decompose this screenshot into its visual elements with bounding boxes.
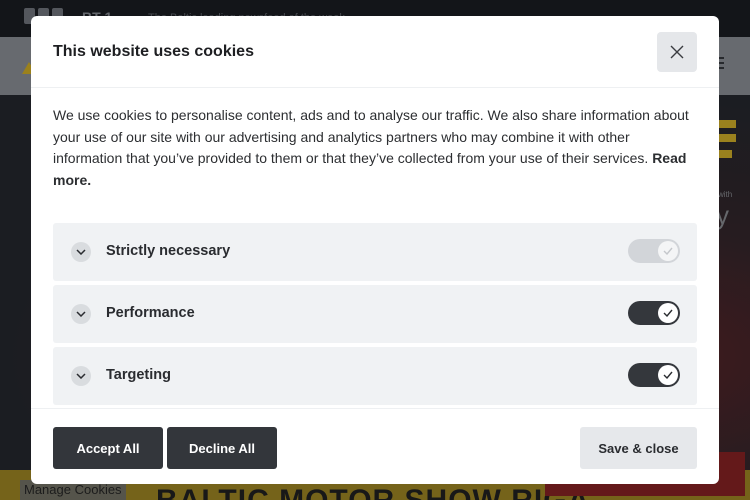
expand-chevron[interactable] (71, 366, 91, 386)
checkmark-icon (663, 371, 673, 379)
save-close-button[interactable]: Save & close (580, 427, 697, 469)
chevron-down-icon (76, 373, 86, 379)
category-row-strictly-necessary[interactable]: Strictly necessary (53, 223, 697, 281)
toggle-targeting[interactable] (628, 363, 680, 387)
chevron-down-icon (76, 249, 86, 255)
cookie-consent-dialog: This website uses cookies We use cookies… (31, 16, 719, 484)
expand-chevron[interactable] (71, 304, 91, 324)
dialog-description: We use cookies to personalise content, a… (53, 105, 697, 191)
close-button[interactable] (657, 32, 697, 72)
toggle-knob (658, 303, 678, 323)
dialog-header: This website uses cookies (31, 16, 719, 88)
toggle-knob (658, 241, 678, 261)
toggle-strictly-necessary (628, 239, 680, 263)
accept-all-button[interactable]: Accept All (53, 427, 163, 469)
toggle-knob (658, 365, 678, 385)
category-row-targeting[interactable]: Targeting (53, 347, 697, 405)
checkmark-icon (663, 309, 673, 317)
category-label: Targeting (106, 367, 171, 383)
category-row-performance[interactable]: Performance (53, 285, 697, 343)
decline-all-button[interactable]: Decline All (167, 427, 277, 469)
close-icon (670, 45, 684, 59)
dialog-footer: Accept All Decline All Save & close (31, 408, 719, 484)
category-label: Strictly necessary (106, 243, 231, 259)
checkmark-icon (663, 247, 673, 255)
dialog-title: This website uses cookies (53, 43, 254, 60)
chevron-down-icon (76, 311, 86, 317)
toggle-performance[interactable] (628, 301, 680, 325)
expand-chevron[interactable] (71, 242, 91, 262)
category-label: Performance (106, 305, 195, 321)
dialog-description-text: We use cookies to personalise content, a… (53, 107, 689, 166)
